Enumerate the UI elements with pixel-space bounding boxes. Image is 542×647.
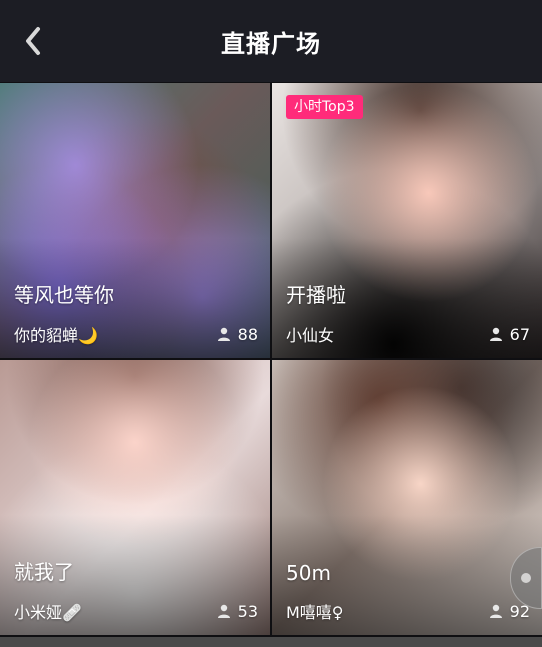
- card-meta: 你的貂蝉🌙 88: [14, 322, 258, 346]
- card-caption: 50m: [286, 561, 331, 585]
- live-card[interactable]: 小时Top3 开播啦 小仙女 67: [272, 83, 542, 358]
- card-author: 小仙女: [286, 326, 335, 345]
- user-icon: [489, 604, 502, 618]
- card-author: 你的貂蝉🌙: [14, 326, 98, 345]
- live-grid: 等风也等你 你的貂蝉🌙 88 小时Top3 开播啦 小仙女 67 就我了 小米娅…: [0, 83, 542, 647]
- rank-badge: 小时Top3: [286, 95, 363, 119]
- top-app-bar: 直播广场: [0, 0, 542, 82]
- card-meta: 小米娅🩹 53: [14, 599, 258, 623]
- card-author: M嘻嘻♀: [286, 603, 344, 622]
- viewer-count: 53: [216, 602, 258, 621]
- card-caption: 就我了: [14, 560, 74, 584]
- card-author: 小米娅🩹: [14, 603, 82, 622]
- live-card[interactable]: 等风也等你 你的貂蝉🌙 88: [0, 83, 270, 358]
- live-card[interactable]: 就我了 小米娅🩹 53: [0, 360, 270, 635]
- card-meta: 小仙女 67: [286, 322, 530, 346]
- user-icon: [217, 327, 230, 341]
- page-title: 直播广场: [221, 29, 321, 58]
- viewer-count: 88: [216, 325, 258, 344]
- viewer-count-value: 67: [509, 324, 530, 344]
- live-card[interactable]: 50m M嘻嘻♀ 92: [272, 360, 542, 635]
- user-icon: [489, 327, 502, 341]
- viewer-count-value: 88: [237, 324, 258, 344]
- viewer-count: 67: [488, 325, 530, 344]
- card-meta: M嘻嘻♀ 92: [286, 599, 530, 623]
- card-caption: 等风也等你: [14, 283, 114, 307]
- handle-icon: [521, 573, 531, 583]
- next-row-peek: [0, 637, 542, 647]
- user-icon: [217, 604, 230, 618]
- card-caption: 开播啦: [286, 283, 346, 307]
- viewer-count-value: 53: [237, 601, 258, 621]
